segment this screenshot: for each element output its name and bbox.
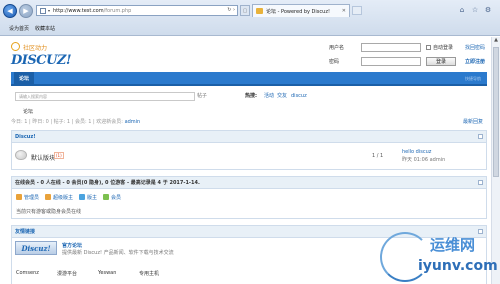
login-panel: 用户名 自动登录 找回密码 密码 登录 立即注册	[329, 43, 487, 73]
username-input[interactable]	[361, 43, 421, 52]
main-nav: 论坛 快捷导航	[11, 72, 487, 86]
online-title[interactable]: 在线会员 - 0 人在线 - 0 会员(0 隐身), 0 位游客 - 最高记录是…	[12, 177, 486, 189]
tab-previous[interactable]: ▢	[240, 5, 250, 16]
favorites-bar: 设为首页 收藏本站	[0, 22, 500, 35]
online-none-text: 当前只有游客或隐身会员在线	[16, 209, 82, 215]
login-button[interactable]: 登录	[426, 57, 456, 66]
tab-title: 论坛 - Powered by Discuz!	[266, 8, 330, 15]
super-moderator-icon	[45, 194, 52, 200]
online-body: 管理员 超级版主 版主 会员 当前只有游客或隐身会员在线	[12, 189, 486, 218]
forum-row: 默认版块 (1) 1 / 1 hello discuz 昨天 01:06 adm…	[12, 143, 486, 169]
quick-nav-link[interactable]: 快捷导航	[465, 72, 481, 86]
new-tab-button[interactable]	[352, 6, 362, 15]
gear-icon[interactable]: ⚙	[484, 6, 492, 14]
watermark-en: iyunv.com	[418, 258, 498, 274]
today-count-badge: (1)	[54, 152, 64, 159]
official-forum-desc: 提供最新 Discuz! 产品新闻、软件下载与技术交流	[62, 250, 174, 256]
scroll-thumb[interactable]	[493, 47, 499, 177]
favorites-item-bookmark[interactable]: 收藏本站	[35, 25, 55, 32]
site-logo[interactable]: 社区动力 DISCUZ!	[11, 41, 72, 69]
legend-item: 管理员	[16, 194, 39, 201]
hot-term-link[interactable]: 活动	[264, 92, 274, 101]
friend-link[interactable]: Yeswan	[98, 270, 116, 276]
auto-login-checkbox[interactable]	[426, 45, 431, 50]
forum-bubble-icon	[15, 150, 27, 160]
watermark-cn: 运维网	[430, 236, 476, 254]
close-tab-icon[interactable]: ✕	[342, 8, 346, 14]
find-password-link[interactable]: 找回密码	[465, 44, 485, 51]
search-input[interactable]: 请输入搜索内容	[15, 92, 195, 101]
forum-name-link[interactable]: 默认版块	[31, 153, 55, 162]
refresh-icon[interactable]: ↻ ›	[227, 7, 235, 13]
official-forum-link[interactable]: 官方论坛	[62, 242, 82, 249]
breadcrumb[interactable]: 论坛	[23, 108, 33, 115]
lightbulb-icon	[11, 42, 20, 51]
url-text[interactable]: http://www.test.com/forum.php	[53, 8, 131, 14]
favorites-item-homepage[interactable]: 设为首页	[9, 25, 29, 32]
thread-post-count: 1 / 1	[372, 153, 384, 159]
address-bar[interactable]: ▾ http://www.test.com/forum.php ↻ ›	[36, 5, 238, 16]
page-icon: ▢	[242, 7, 248, 14]
friend-link[interactable]: Comsenz	[16, 270, 39, 276]
home-icon[interactable]: ⌂	[458, 6, 466, 14]
watermark: 运维网 iyunv.com	[380, 228, 500, 284]
star-icon[interactable]: ☆	[471, 6, 479, 14]
nav-tab-forum[interactable]: 论坛	[14, 72, 35, 86]
last-post-meta: 昨天 01:06 admin	[402, 157, 446, 163]
forward-button[interactable]: ▶	[19, 4, 33, 18]
friend-link[interactable]: 漫游平台	[57, 270, 77, 277]
watermark-logo-icon	[380, 232, 430, 282]
category-section: Discuz! 默认版块 (1) 1 / 1 hello discuz 昨天 0…	[11, 130, 487, 170]
hot-search-label: 热搜:	[245, 93, 257, 99]
friend-link[interactable]: 专用主机	[139, 270, 159, 277]
username-label: 用户名	[329, 45, 345, 51]
category-title[interactable]: Discuz!	[12, 131, 486, 143]
moderator-icon	[79, 194, 86, 200]
register-link[interactable]: 立即注册	[465, 58, 485, 65]
member-icon	[103, 194, 110, 200]
back-button[interactable]: ◀	[3, 4, 17, 18]
logo-tagline: 社区动力	[23, 45, 48, 52]
newest-posts-link[interactable]: 最新回复	[463, 118, 483, 125]
online-section: 在线会员 - 0 人在线 - 0 会员(0 隐身), 0 位游客 - 最高记录是…	[11, 176, 487, 219]
admin-icon	[16, 194, 22, 200]
collapse-icon[interactable]	[478, 134, 483, 139]
usergroup-legend: 管理员 超级版主 版主 会员	[16, 192, 482, 202]
last-post-link[interactable]: hello discuz	[402, 149, 431, 155]
new-member-link[interactable]: admin	[125, 119, 141, 125]
legend-item: 会员	[103, 194, 121, 201]
search-type-select[interactable]: 帖子	[197, 92, 207, 101]
logo-text: DISCUZ!	[11, 53, 72, 68]
browser-chrome: ◀ ▶ ▾ http://www.test.com/forum.php ↻ › …	[0, 0, 500, 36]
password-label: 密码	[329, 59, 340, 65]
search-bar: 请输入搜索内容 帖子 热搜: 活动 交友 discuz	[11, 92, 487, 102]
collapse-icon[interactable]	[478, 180, 483, 185]
legend-item: 版主	[79, 194, 97, 201]
password-input[interactable]	[361, 57, 421, 66]
chevron-down-icon[interactable]: ▾	[48, 8, 50, 13]
forum-stats: 今日: 1 | 昨日: 0 | 帖子: 1 | 会员: 1 | 欢迎新会员: a…	[11, 119, 141, 125]
tab-current[interactable]: 论坛 - Powered by Discuz! ✕	[252, 4, 350, 17]
favicon-icon	[256, 8, 263, 14]
scroll-up-icon[interactable]: ▲	[492, 37, 500, 45]
hot-term-link[interactable]: 交友	[277, 92, 287, 101]
arrow-right-icon: ▶	[23, 7, 29, 15]
discuz-banner[interactable]: Discuz!	[15, 241, 57, 255]
auto-login-label: 自动登录	[433, 45, 454, 51]
page-icon	[40, 7, 46, 14]
legend-item: 超级版主	[45, 194, 73, 201]
hot-term-link[interactable]: discuz	[291, 92, 307, 101]
arrow-left-icon: ◀	[7, 7, 13, 15]
